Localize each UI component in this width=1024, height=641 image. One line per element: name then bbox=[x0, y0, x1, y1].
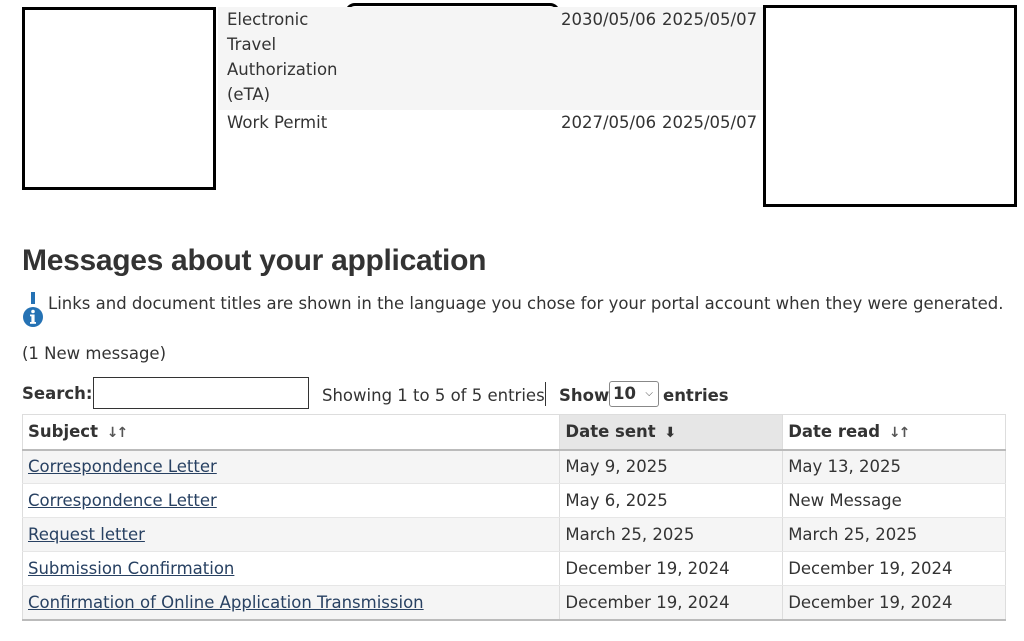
section-title: Messages about your application bbox=[22, 244, 487, 277]
date-read-cell: New Message bbox=[782, 483, 1006, 518]
column-header-label: Date read bbox=[788, 422, 881, 442]
column-header-date-sent[interactable]: Date sent ⬇ bbox=[559, 414, 784, 451]
message-link[interactable]: Request letter bbox=[28, 525, 145, 544]
chevron-down-icon: ⌵ bbox=[645, 388, 653, 399]
date-read-cell: December 19, 2024 bbox=[782, 551, 1006, 586]
info-note-text: Links and document titles are shown in t… bbox=[48, 294, 1004, 313]
subject-cell: Correspondence Letter bbox=[21, 449, 561, 484]
document-type: Work Permit bbox=[227, 110, 347, 135]
separator bbox=[545, 382, 546, 406]
table-row: Submission Confirmation December 19, 202… bbox=[21, 551, 1006, 586]
table-row: Correspondence Letter May 9, 2025 May 13… bbox=[21, 449, 1006, 484]
page-length-value: 10 bbox=[613, 384, 636, 403]
column-header-label: Subject bbox=[28, 422, 98, 442]
column-header-date-read[interactable]: Date read ↓↑ bbox=[782, 414, 1006, 451]
date-read-cell: December 19, 2024 bbox=[782, 585, 1006, 621]
expiry-date: 2027/05/06 bbox=[561, 113, 657, 132]
sort-descending-icon: ⬇ bbox=[664, 425, 677, 442]
sort-both-icon: ↓↑ bbox=[106, 425, 129, 442]
search-input[interactable] bbox=[93, 377, 309, 409]
entries-label: entries bbox=[663, 386, 729, 405]
redacted-block bbox=[763, 5, 1017, 207]
document-type: Electronic Travel Authorization (eTA) bbox=[227, 7, 347, 107]
date-read-cell: March 25, 2025 bbox=[782, 517, 1006, 552]
subject-cell: Confirmation of Online Application Trans… bbox=[21, 585, 561, 621]
issue-date: 2025/05/07 bbox=[662, 113, 758, 132]
subject-cell: Request letter bbox=[21, 517, 561, 552]
info-icon bbox=[23, 292, 43, 327]
show-label: Show bbox=[559, 386, 610, 405]
document-type-line: Travel bbox=[227, 35, 277, 54]
messages-table: Subject ↓↑ Date sent ⬇ Date read ↓↑ Corr… bbox=[21, 414, 1006, 621]
new-message-count: (1 New message) bbox=[22, 344, 167, 363]
sort-both-icon: ↓↑ bbox=[888, 425, 911, 442]
date-sent-cell: December 19, 2024 bbox=[559, 585, 784, 621]
document-type-line: Work Permit bbox=[227, 113, 328, 132]
table-row: Correspondence Letter May 6, 2025 New Me… bbox=[21, 483, 1006, 518]
document-type-line: Electronic bbox=[227, 10, 309, 29]
message-link[interactable]: Submission Confirmation bbox=[28, 559, 234, 578]
column-header-label: Date sent bbox=[565, 422, 656, 442]
issue-date: 2025/05/07 bbox=[662, 10, 758, 29]
redacted-block bbox=[22, 7, 216, 190]
date-sent-cell: May 9, 2025 bbox=[559, 449, 784, 484]
search-label: Search: bbox=[22, 384, 93, 403]
subject-cell: Correspondence Letter bbox=[21, 483, 561, 518]
page-length-select[interactable]: 10 ⌵ bbox=[609, 381, 659, 407]
date-sent-cell: December 19, 2024 bbox=[559, 551, 784, 586]
document-type-line: (eTA) bbox=[227, 85, 271, 104]
date-read-cell: May 13, 2025 bbox=[782, 449, 1006, 484]
document-type-line: Authorization bbox=[227, 60, 338, 79]
message-link[interactable]: Confirmation of Online Application Trans… bbox=[28, 593, 424, 612]
date-sent-cell: March 25, 2025 bbox=[559, 517, 784, 552]
date-sent-cell: May 6, 2025 bbox=[559, 483, 784, 518]
table-row: Request letter March 25, 2025 March 25, … bbox=[21, 517, 1006, 552]
document-row: Work Permit 2027/05/06 2025/05/07 bbox=[218, 110, 763, 206]
message-link[interactable]: Correspondence Letter bbox=[28, 457, 217, 476]
entries-info: Showing 1 to 5 of 5 entries bbox=[322, 386, 545, 405]
column-header-subject[interactable]: Subject ↓↑ bbox=[21, 414, 561, 451]
message-link[interactable]: Correspondence Letter bbox=[28, 491, 217, 510]
document-row: Electronic Travel Authorization (eTA) 20… bbox=[218, 7, 763, 110]
table-controls: Search: Showing 1 to 5 of 5 entries Show… bbox=[22, 376, 1002, 411]
expiry-date: 2030/05/06 bbox=[561, 10, 657, 29]
subject-cell: Submission Confirmation bbox=[21, 551, 561, 586]
table-header-row: Subject ↓↑ Date sent ⬇ Date read ↓↑ bbox=[21, 414, 1006, 451]
table-row: Confirmation of Online Application Trans… bbox=[21, 585, 1006, 621]
